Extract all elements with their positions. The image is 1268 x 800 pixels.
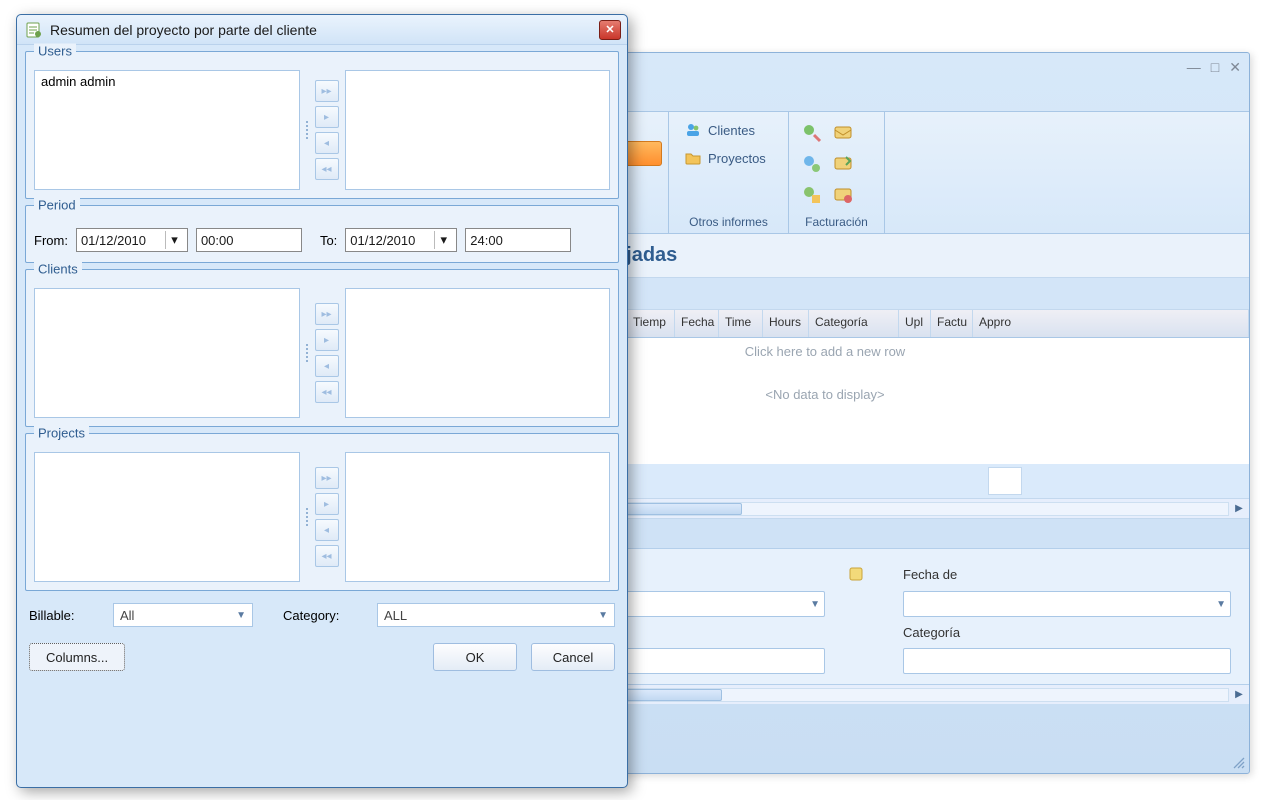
ok-button[interactable]: OK [433, 643, 517, 671]
billable-select[interactable]: All▼ [113, 603, 253, 627]
move-right-button[interactable]: ▸ [315, 329, 339, 351]
chevron-down-icon[interactable]: ▾ [434, 231, 452, 249]
projects-available-list[interactable] [34, 452, 300, 582]
minimize-button[interactable]: — [1187, 59, 1201, 76]
cancel-button[interactable]: Cancel [531, 643, 615, 671]
to-date-input[interactable]: 01/12/2010 ▾ [345, 228, 457, 252]
label-to: To: [320, 233, 337, 248]
label-fecha-de: Fecha de [903, 567, 1231, 582]
legend-clients: Clients [34, 262, 82, 277]
report-icon [25, 21, 43, 39]
btn-clientes[interactable]: Clientes [675, 116, 782, 144]
label-categoria: Categoría [903, 625, 1231, 640]
move-right-button[interactable]: ▸ [315, 106, 339, 128]
clients-available-list[interactable] [34, 288, 300, 418]
move-all-right-button[interactable]: ▸▸ [315, 303, 339, 325]
move-all-left-button[interactable]: ◂◂ [315, 381, 339, 403]
to-time-input[interactable]: 24:00 [465, 228, 571, 252]
grid-header-upl[interactable]: Upl [899, 310, 931, 337]
grid-header-factu[interactable]: Factu [931, 310, 973, 337]
list-item[interactable]: admin admin [39, 73, 295, 90]
grid-header-tiempo[interactable]: Tiemp [627, 310, 675, 337]
move-left-button[interactable]: ◂ [315, 132, 339, 154]
toolbar-group-footer: Otros informes [675, 212, 782, 231]
maximize-button[interactable]: □ [1211, 59, 1219, 76]
fieldset-period: Period From: 01/12/2010 ▾ 00:00 To: 01/1… [25, 205, 619, 263]
grid-footer-cell [988, 467, 1022, 495]
clients-selected-list[interactable] [345, 288, 611, 418]
fieldset-users: Users admin admin ▸▸ ▸ ◂ ◂◂ [25, 51, 619, 199]
note-icon [847, 565, 865, 583]
grid-header-fecha2[interactable]: Fecha [675, 310, 719, 337]
grid-header-time[interactable]: Time [719, 310, 763, 337]
billing-icon-6[interactable] [829, 181, 857, 209]
grid-header-hours[interactable]: Hours [763, 310, 809, 337]
columns-button[interactable]: Columns... [29, 643, 125, 671]
close-button[interactable]: ✕ [1229, 59, 1241, 76]
from-time-input[interactable]: 00:00 [196, 228, 302, 252]
move-left-button[interactable]: ◂ [315, 355, 339, 377]
input-categoria[interactable] [903, 648, 1231, 674]
input-fecha-de[interactable]: ▼ [903, 591, 1231, 617]
btn-proyectos[interactable]: Proyectos [675, 144, 782, 172]
dialog-title: Resumen del proyecto por parte del clien… [50, 22, 317, 38]
legend-period: Period [34, 198, 80, 213]
billing-icon-5[interactable] [798, 181, 826, 209]
legend-users: Users [34, 44, 76, 59]
from-date-input[interactable]: 01/12/2010 ▾ [76, 228, 188, 252]
chevron-down-icon[interactable]: ▾ [165, 231, 183, 249]
move-left-button[interactable]: ◂ [315, 519, 339, 541]
billing-icon-4[interactable] [829, 150, 857, 178]
label-category: Category: [283, 608, 363, 623]
grid-header-categoria[interactable]: Categoría [809, 310, 899, 337]
scroll-right-icon[interactable]: ▶ [1229, 500, 1249, 518]
move-all-right-button[interactable]: ▸▸ [315, 80, 339, 102]
users-available-list[interactable]: admin admin [34, 70, 300, 190]
users-selected-list[interactable] [345, 70, 611, 190]
dialog-close-button[interactable]: ✕ [599, 20, 621, 40]
label-from: From: [34, 233, 68, 248]
people-icon [684, 121, 702, 139]
dialog: Resumen del proyecto por parte del clien… [16, 14, 628, 788]
legend-projects: Projects [34, 426, 89, 441]
move-all-right-button[interactable]: ▸▸ [315, 467, 339, 489]
projects-selected-list[interactable] [345, 452, 611, 582]
label-billable: Billable: [29, 608, 99, 623]
move-all-left-button[interactable]: ◂◂ [315, 545, 339, 567]
grid-header-appro[interactable]: Appro [973, 310, 1249, 337]
toolbar-group-footer: Facturación [795, 212, 878, 231]
category-select[interactable]: ALL▼ [377, 603, 615, 627]
billing-icon-2[interactable] [829, 119, 857, 147]
dialog-titlebar[interactable]: Resumen del proyecto por parte del clien… [17, 15, 627, 45]
resize-grip-icon[interactable] [1232, 756, 1246, 770]
fieldset-projects: Projects ▸▸ ▸ ◂ ◂◂ [25, 433, 619, 591]
move-right-button[interactable]: ▸ [315, 493, 339, 515]
billing-icon-3[interactable] [798, 150, 826, 178]
billing-icon-1[interactable] [798, 119, 826, 147]
move-all-left-button[interactable]: ◂◂ [315, 158, 339, 180]
fieldset-clients: Clients ▸▸ ▸ ◂ ◂◂ [25, 269, 619, 427]
folder-icon [684, 149, 702, 167]
